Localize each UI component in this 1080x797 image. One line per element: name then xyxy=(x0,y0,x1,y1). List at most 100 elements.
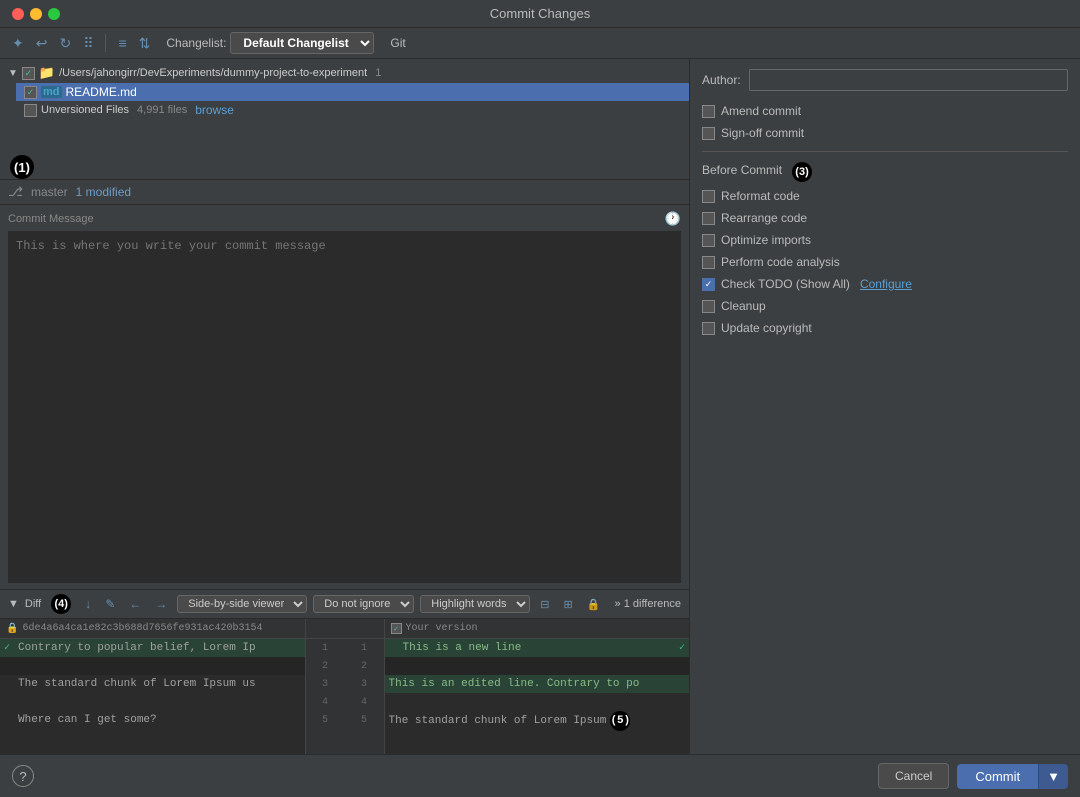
help-button[interactable]: ? xyxy=(12,765,34,787)
update-copyright-checkbox[interactable] xyxy=(702,322,715,335)
history-icon[interactable]: 🕐 xyxy=(665,211,681,227)
expand-icon[interactable]: ≡ xyxy=(114,33,130,53)
readme-row[interactable]: ✓ md README.md xyxy=(16,83,689,101)
author-row: Author: xyxy=(702,69,1068,91)
right-checkbox[interactable]: ✓ xyxy=(391,623,402,634)
code-analysis-label: Perform code analysis xyxy=(721,255,840,269)
pin-icon[interactable]: ✦ xyxy=(8,33,28,54)
branch-icon: ⎇ xyxy=(8,184,23,200)
readme-checkbox[interactable]: ✓ xyxy=(24,86,37,99)
branch-name: master xyxy=(31,185,68,199)
rearrange-checkbox[interactable] xyxy=(702,212,715,225)
gutter-row-2: 2 2 xyxy=(306,657,384,675)
diff-down-icon[interactable]: ↓ xyxy=(81,595,95,613)
configure-link[interactable]: Configure xyxy=(860,277,912,291)
diff-left-line-2 xyxy=(0,657,305,675)
sign-off-checkbox[interactable] xyxy=(702,127,715,140)
unversioned-checkbox[interactable] xyxy=(24,104,37,117)
viewer-select[interactable]: Side-by-side viewer xyxy=(177,595,307,613)
commit-button[interactable]: Commit xyxy=(957,764,1038,789)
diff-settings-icon[interactable]: ⊟ xyxy=(536,596,553,613)
commit-dropdown-arrow[interactable]: ▼ xyxy=(1038,764,1068,789)
diff-edit-icon[interactable]: ✎ xyxy=(101,595,119,613)
root-tree-row[interactable]: ▼ ✓ 📁 /Users/jahongirr/DevExperiments/du… xyxy=(0,63,689,83)
diff-left-text-1: Contrary to popular belief, Lorem Ip xyxy=(18,642,256,654)
unversioned-row[interactable]: Unversioned Files 4,991 files browse xyxy=(16,101,689,119)
maximize-button[interactable] xyxy=(48,8,60,20)
diff-left-text-5: Where can I get some? xyxy=(18,714,157,726)
gutter-right-3: 3 xyxy=(353,679,375,690)
rearrange-label: Rearrange code xyxy=(721,211,807,225)
author-input[interactable] xyxy=(749,69,1068,91)
minimize-button[interactable] xyxy=(30,8,42,20)
window-title: Commit Changes xyxy=(490,6,590,21)
title-bar: Commit Changes xyxy=(0,0,1080,28)
amend-commit-row: Amend commit xyxy=(702,103,1068,119)
gutter-left-2: 2 xyxy=(314,661,336,672)
diff-lock-icon[interactable]: 🔒 xyxy=(583,596,605,613)
gutter-row-1: 1 1 xyxy=(306,639,384,657)
collapse-icon[interactable]: ⇅ xyxy=(135,33,155,54)
check-todo-checkbox[interactable]: ✓ xyxy=(702,278,715,291)
changelist-select[interactable]: Default Changelist xyxy=(230,32,374,54)
gutter-right-1: 1 xyxy=(353,643,375,654)
added-marker-1: ✓ xyxy=(4,642,14,654)
commit-message-input[interactable] xyxy=(8,231,681,583)
before-commit-label: Before Commit xyxy=(702,163,782,177)
diff-right-icon[interactable]: → xyxy=(151,595,171,613)
main-content: ▼ ✓ 📁 /Users/jahongirr/DevExperiments/du… xyxy=(0,59,1080,754)
vcs-icon[interactable]: ⠿ xyxy=(79,33,97,54)
changelist-label: Changelist: xyxy=(166,36,226,50)
reformat-checkbox[interactable] xyxy=(702,190,715,203)
annotation-badge-4: (4) xyxy=(51,594,71,614)
browse-link[interactable]: browse xyxy=(195,103,234,117)
diff-left-filename: 6de4a6a4ca1e82c3b688d7656fe931ac420b3154 xyxy=(22,623,262,634)
modified-badge: 1 modified xyxy=(76,185,131,199)
folder-icon: 📁 xyxy=(39,65,55,81)
annotation-badge-1: (1) xyxy=(10,155,34,179)
gutter-left-1: 1 xyxy=(314,643,336,654)
check-todo-row: ✓ Check TODO (Show All) Configure xyxy=(702,276,1068,292)
undo-icon[interactable]: ↩ xyxy=(32,33,52,54)
diff-header: ▼ Diff (4) ↓ ✎ ← → Side-by-side viewer D… xyxy=(0,590,689,619)
diff-left-icon[interactable]: ← xyxy=(125,595,145,613)
ignore-select[interactable]: Do not ignore xyxy=(313,595,414,613)
cleanup-label: Cleanup xyxy=(721,299,766,313)
diff-columns-icon[interactable]: ⊞ xyxy=(559,596,576,613)
root-checkbox[interactable]: ✓ xyxy=(22,67,35,80)
highlight-select[interactable]: Highlight words xyxy=(420,595,530,613)
unversioned-label: Unversioned Files xyxy=(41,104,129,116)
author-label: Author: xyxy=(702,73,741,87)
amend-commit-checkbox[interactable] xyxy=(702,105,715,118)
cleanup-checkbox[interactable] xyxy=(702,300,715,313)
commit-message-header: Commit Message 🕐 xyxy=(8,211,681,227)
gutter-right-2: 2 xyxy=(353,661,375,672)
diff-left-header: 🔒 6de4a6a4ca1e82c3b688d7656fe931ac420b31… xyxy=(0,619,305,639)
sign-off-row: Sign-off commit xyxy=(702,125,1068,141)
diff-left-side: 🔒 6de4a6a4ca1e82c3b688d7656fe931ac420b31… xyxy=(0,619,305,754)
code-analysis-checkbox[interactable] xyxy=(702,256,715,269)
gutter-left-5: 5 xyxy=(314,715,336,726)
cancel-button[interactable]: Cancel xyxy=(878,763,949,789)
toolbar: ✦ ↩ ↻ ⠿ ≡ ⇅ Changelist: Default Changeli… xyxy=(0,28,1080,59)
optimize-checkbox[interactable] xyxy=(702,234,715,247)
gutter-row-5: 5 5 xyxy=(306,711,384,729)
diff-right-line-5: The standard chunk of Lorem Ipsum (5) xyxy=(385,711,690,731)
code-analysis-row: Perform code analysis xyxy=(702,254,1068,270)
diff-right-line-3: This is an edited line. Contrary to po xyxy=(385,675,690,693)
diff-collapse-icon[interactable]: ▼ xyxy=(8,598,19,610)
commit-message-label: Commit Message xyxy=(8,213,94,225)
update-copyright-row: Update copyright xyxy=(702,320,1068,336)
gutter-right-4: 4 xyxy=(353,697,375,708)
divider-1 xyxy=(702,151,1068,152)
refresh-icon[interactable]: ↻ xyxy=(55,33,75,54)
sign-off-label: Sign-off commit xyxy=(721,126,804,140)
root-count: 1 xyxy=(375,67,381,79)
gutter-row-4: 4 4 xyxy=(306,693,384,711)
diff-right-side: ✓ Your version This is a new line ✓ This… xyxy=(385,619,690,754)
window-controls xyxy=(12,8,60,20)
expand-arrow: ▼ xyxy=(8,68,18,79)
file-tree: ▼ ✓ 📁 /Users/jahongirr/DevExperiments/du… xyxy=(0,59,689,179)
close-button[interactable] xyxy=(12,8,24,20)
lock-icon-left: 🔒 xyxy=(6,623,18,635)
